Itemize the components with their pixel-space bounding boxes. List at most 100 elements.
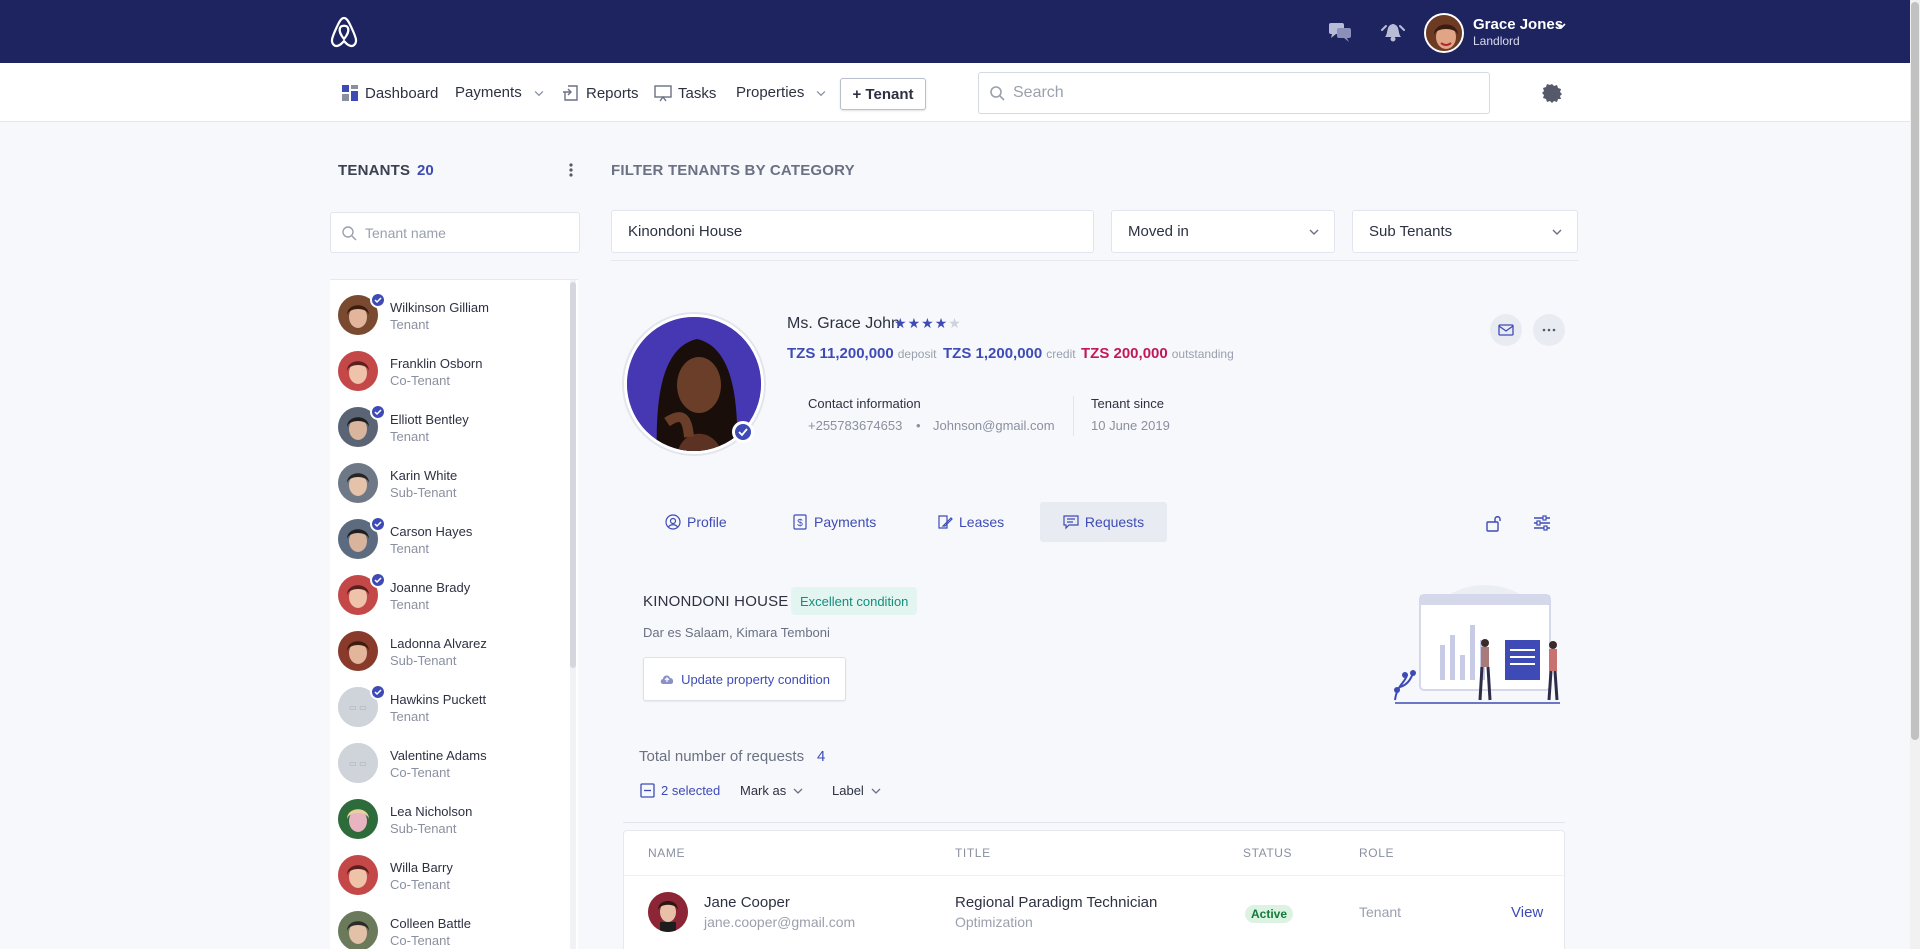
nav-tasks[interactable]: Tasks bbox=[654, 84, 716, 102]
tenant-list-name: Franklin Osborn bbox=[390, 356, 483, 371]
tenant-list-name: Karin White bbox=[390, 468, 458, 483]
tenant-search-input[interactable] bbox=[365, 224, 565, 241]
chevron-down-icon bbox=[534, 90, 544, 96]
tenant-list-item[interactable]: Wilkinson Gilliam Tenant bbox=[338, 292, 558, 338]
tenant-search[interactable] bbox=[330, 212, 580, 253]
status-filter[interactable]: Moved in bbox=[1111, 210, 1335, 253]
column-header-role[interactable]: ROLE bbox=[1359, 846, 1394, 860]
avatar bbox=[338, 911, 378, 949]
analytics-illustration bbox=[1394, 585, 1560, 704]
tenant-list-role: Tenant bbox=[390, 429, 430, 444]
tab-profile[interactable]: Profile bbox=[655, 502, 737, 542]
avatar bbox=[338, 855, 378, 895]
column-header-name[interactable]: NAME bbox=[648, 846, 685, 860]
search-icon bbox=[342, 225, 357, 240]
label-dropdown-label: Label bbox=[832, 783, 864, 798]
user-avatar[interactable] bbox=[1424, 13, 1464, 53]
nav-properties-label: Properties bbox=[736, 84, 805, 101]
nav-reports-label: Reports bbox=[586, 84, 639, 102]
nav-properties[interactable]: Properties bbox=[736, 84, 828, 101]
request-row-name: Jane Cooper bbox=[704, 894, 790, 911]
nav-dashboard[interactable]: Dashboard bbox=[341, 84, 438, 102]
tenant-list-name: Carson Hayes bbox=[390, 524, 473, 539]
update-property-condition-button[interactable]: Update property condition bbox=[643, 657, 846, 701]
view-link[interactable]: View bbox=[1511, 904, 1543, 921]
tenant-list-item[interactable]: Elliott Bentley Tenant bbox=[338, 404, 558, 450]
tenant-since-heading: Tenant since bbox=[1091, 396, 1164, 411]
tab-profile-label: Profile bbox=[687, 514, 727, 530]
tab-requests[interactable]: Requests bbox=[1040, 502, 1167, 542]
selection-indicator[interactable]: 2 selected bbox=[640, 783, 720, 798]
search-input[interactable] bbox=[1013, 84, 1453, 102]
notifications-bell-icon[interactable] bbox=[1380, 20, 1406, 44]
tenant-list-item[interactable]: Joanne Brady Tenant bbox=[338, 572, 558, 618]
label-dropdown[interactable]: Label bbox=[832, 783, 882, 798]
star-filled-icon: ★ bbox=[894, 315, 908, 331]
chevron-down-icon bbox=[1309, 229, 1319, 235]
tenant-list-item[interactable]: Franklin Osborn Co-Tenant bbox=[338, 350, 558, 394]
status-filter-value: Moved in bbox=[1128, 223, 1189, 240]
tenant-list-scrollbar[interactable] bbox=[570, 282, 576, 668]
tab-payments[interactable]: $ Payments bbox=[782, 502, 886, 542]
user-circle-icon bbox=[665, 514, 681, 530]
chevron-down-icon bbox=[817, 90, 826, 96]
tenant-list-role: Sub-Tenant bbox=[390, 821, 457, 836]
mark-as-dropdown[interactable]: Mark as bbox=[740, 783, 804, 798]
tenant-list-item[interactable]: ▭ ▭ Hawkins Puckett Tenant bbox=[338, 684, 558, 730]
tenant-list-item[interactable]: Carson Hayes Tenant bbox=[338, 516, 558, 562]
type-filter[interactable]: Sub Tenants bbox=[1352, 210, 1578, 253]
tenant-list-item[interactable]: Lea Nicholson Sub-Tenant bbox=[338, 798, 558, 842]
tenant-list-name: Colleen Battle bbox=[390, 916, 471, 931]
tenant-list-item[interactable]: Karin White Sub-Tenant bbox=[338, 462, 558, 506]
nav-reports[interactable]: Reports bbox=[562, 84, 639, 102]
tenant-list-item[interactable]: Colleen Battle Co-Tenant bbox=[338, 910, 558, 949]
tenant-list-name: Hawkins Puckett bbox=[390, 692, 487, 707]
chevron-down-icon[interactable] bbox=[1554, 19, 1568, 33]
chevron-down-icon bbox=[1552, 229, 1562, 235]
update-property-condition-label: Update property condition bbox=[681, 671, 830, 687]
doc-edit-icon bbox=[938, 515, 953, 529]
outstanding-amount: TZS 200,000 bbox=[1081, 345, 1168, 362]
airbnb-logo-icon[interactable] bbox=[326, 14, 362, 50]
contact-heading: Contact information bbox=[808, 396, 921, 411]
verified-badge-icon bbox=[370, 684, 386, 700]
settings-gear-icon[interactable] bbox=[1542, 83, 1562, 103]
tab-leases[interactable]: Leases bbox=[927, 502, 1014, 542]
outstanding-label: outstanding bbox=[1171, 347, 1234, 361]
more-vertical-icon[interactable] bbox=[562, 160, 580, 180]
user-name[interactable]: Grace Jones bbox=[1473, 16, 1563, 33]
user-role: Landlord bbox=[1473, 34, 1520, 48]
tenant-list-item[interactable]: Willa Barry Co-Tenant bbox=[338, 854, 558, 898]
tenant-list-name: Lea Nicholson bbox=[390, 804, 473, 819]
minus-square-icon bbox=[640, 783, 655, 798]
global-search[interactable] bbox=[978, 72, 1490, 114]
nav-payments[interactable]: Payments bbox=[455, 84, 546, 101]
column-header-title[interactable]: TITLE bbox=[955, 846, 991, 860]
tenant-list-item[interactable]: ▭ ▭ Valentine Adams Co-Tenant bbox=[338, 742, 558, 786]
star-filled-icon: ★ bbox=[907, 315, 922, 331]
mark-as-label: Mark as bbox=[740, 783, 787, 798]
contact-email[interactable]: Johnson@gmail.com bbox=[933, 418, 1055, 433]
unlock-icon[interactable] bbox=[1484, 513, 1504, 533]
column-header-status[interactable]: STATUS bbox=[1243, 846, 1292, 860]
header-divider bbox=[624, 875, 1564, 876]
email-button[interactable] bbox=[1490, 314, 1522, 346]
tenant-list-name: Joanne Brady bbox=[390, 580, 471, 595]
page-scrollbar[interactable] bbox=[1911, 2, 1919, 740]
requests-table: NAME TITLE STATUS ROLE Jane Cooper jane.… bbox=[623, 830, 1565, 949]
property-filter[interactable]: Kinondoni House bbox=[611, 210, 1094, 253]
chat-icon bbox=[1063, 515, 1079, 530]
add-tenant-button[interactable]: + Tenant bbox=[840, 78, 926, 110]
tenant-list-role: Co-Tenant bbox=[390, 765, 450, 780]
messages-icon[interactable] bbox=[1327, 20, 1353, 44]
svg-text:$: $ bbox=[797, 518, 803, 529]
tab-requests-label: Requests bbox=[1084, 514, 1145, 530]
top-bar: Grace Jones Landlord bbox=[0, 0, 1910, 63]
star-filled-icon: ★ bbox=[921, 315, 935, 331]
tenant-list-item[interactable]: Ladonna Alvarez Sub-Tenant bbox=[338, 630, 558, 674]
dashboard-icon bbox=[342, 85, 358, 101]
more-options-button[interactable] bbox=[1533, 314, 1565, 346]
sliders-icon[interactable] bbox=[1532, 513, 1552, 533]
verified-badge-icon bbox=[732, 421, 754, 443]
request-row-subtitle: Optimization bbox=[955, 914, 1033, 930]
